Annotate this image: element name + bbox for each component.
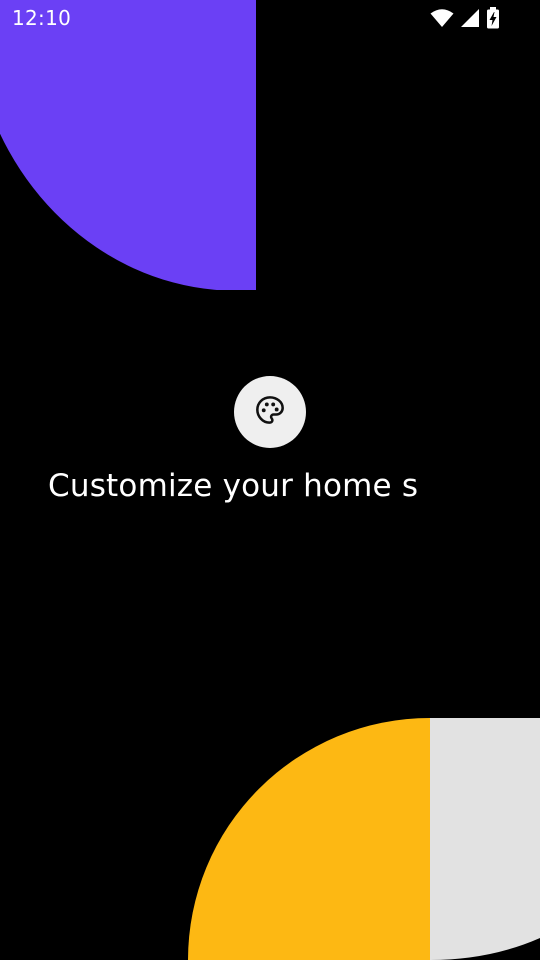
status-bar: 12:10 (0, 0, 540, 38)
onboarding-headline: Customize your home s (48, 468, 419, 504)
battery-charging-icon (486, 7, 500, 29)
purple-decorative-shape (0, 0, 256, 290)
wifi-icon (430, 8, 454, 28)
yellow-decorative-shape (188, 718, 430, 960)
status-icons (430, 7, 500, 29)
status-time: 12:10 (12, 6, 72, 30)
cell-signal-icon (460, 8, 480, 28)
palette-icon (254, 394, 286, 430)
palette-icon-badge (234, 376, 306, 448)
gray-decorative-shape (430, 718, 540, 960)
onboarding-screen: 12:10 Customize your home s (0, 0, 540, 960)
